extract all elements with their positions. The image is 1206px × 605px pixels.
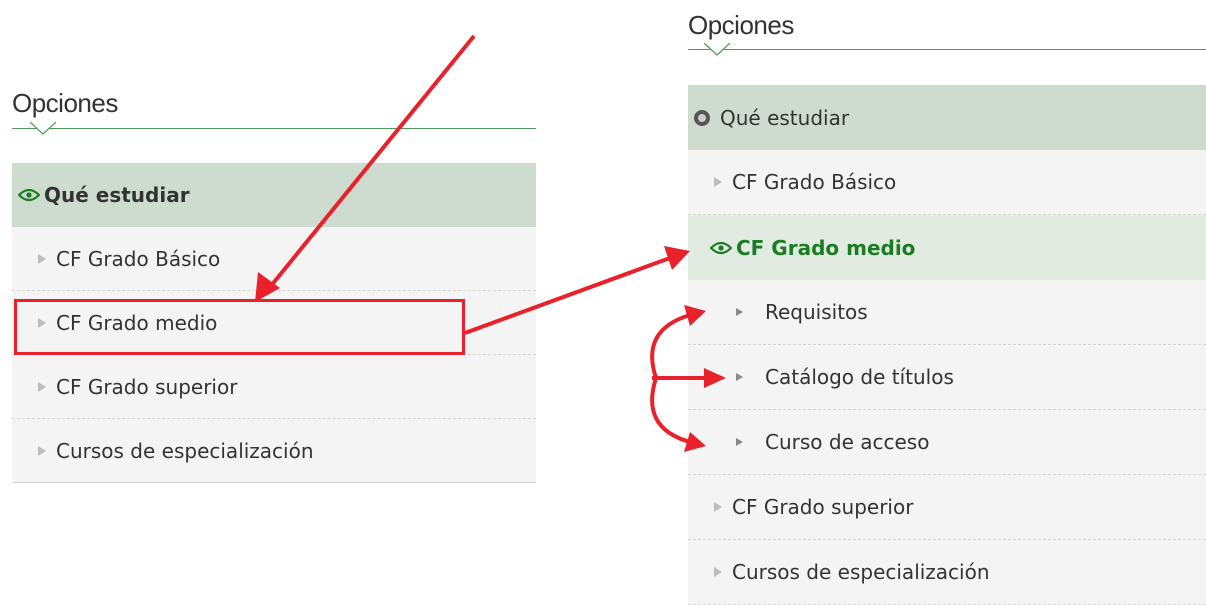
menu-item-cursos-especializacion[interactable]: Cursos de especialización [12,419,536,483]
heading-notch-icon [704,43,730,56]
menu-item-cf-grado-superior[interactable]: CF Grado superior [12,355,536,419]
submenu-item-label: Catálogo de títulos [765,365,954,389]
submenu-item-requisitos[interactable]: Requisitos [688,280,1206,345]
submenu-item-label: Curso de acceso [765,430,930,454]
heading-text: Opciones [12,88,118,118]
menu-item-label: CF Grado superior [732,495,914,519]
annotation-highlight-box [14,299,465,355]
triangle-right-icon [736,438,743,446]
options-menu: Qué estudiar CF Grado Básico CF Grado me… [688,85,1206,605]
eye-icon [710,241,732,254]
curved-arrow-down [650,377,691,444]
menu-item-label: Cursos de especialización [56,438,314,463]
heading-divider [12,128,536,129]
arrowhead-box-to-right [664,246,690,270]
triangle-right-icon [714,502,722,512]
submenu-item-curso-acceso[interactable]: Curso de acceso [688,410,1206,475]
options-heading: Opciones [12,88,536,135]
menu-item-cf-grado-basico[interactable]: CF Grado Básico [12,227,536,291]
triangle-right-icon [38,381,46,392]
heading-text: Opciones [688,10,794,40]
triangle-right-icon [714,567,722,577]
triangle-right-icon [714,177,722,187]
curved-arrow-up [650,313,691,379]
menu-item-label: Cursos de especialización [732,560,990,584]
menu-item-label: CF Grado superior [56,374,238,399]
menu-item-cf-grado-basico[interactable]: CF Grado Básico [688,150,1206,215]
radio-bullet-icon [694,109,710,126]
eye-icon [18,188,40,202]
triangle-right-icon [38,445,46,456]
triangle-right-icon [736,308,743,316]
menu-item-label: Qué estudiar [44,183,190,207]
options-heading: Opciones [688,10,1206,56]
menu-item-label: Qué estudiar [720,105,850,130]
menu-item-label: CF Grado Básico [56,246,221,271]
menu-item-label: CF Grado Básico [732,170,897,194]
submenu-item-catalogo-titulos[interactable]: Catálogo de títulos [688,345,1206,410]
menu-item-que-estudiar[interactable]: Qué estudiar [12,163,536,227]
triangle-right-icon [736,373,743,381]
heading-notch-icon [30,122,56,135]
menu-item-que-estudiar[interactable]: Qué estudiar [688,85,1206,150]
menu-item-cf-grado-superior[interactable]: CF Grado superior [688,475,1206,540]
menu-item-cf-grado-medio-active[interactable]: CF Grado medio [688,215,1206,280]
menu-item-label: CF Grado medio [736,235,916,260]
heading-divider [688,49,1206,50]
submenu-item-label: Requisitos [765,300,868,324]
menu-item-cursos-especializacion[interactable]: Cursos de especialización [688,540,1206,605]
triangle-right-icon [38,253,46,264]
